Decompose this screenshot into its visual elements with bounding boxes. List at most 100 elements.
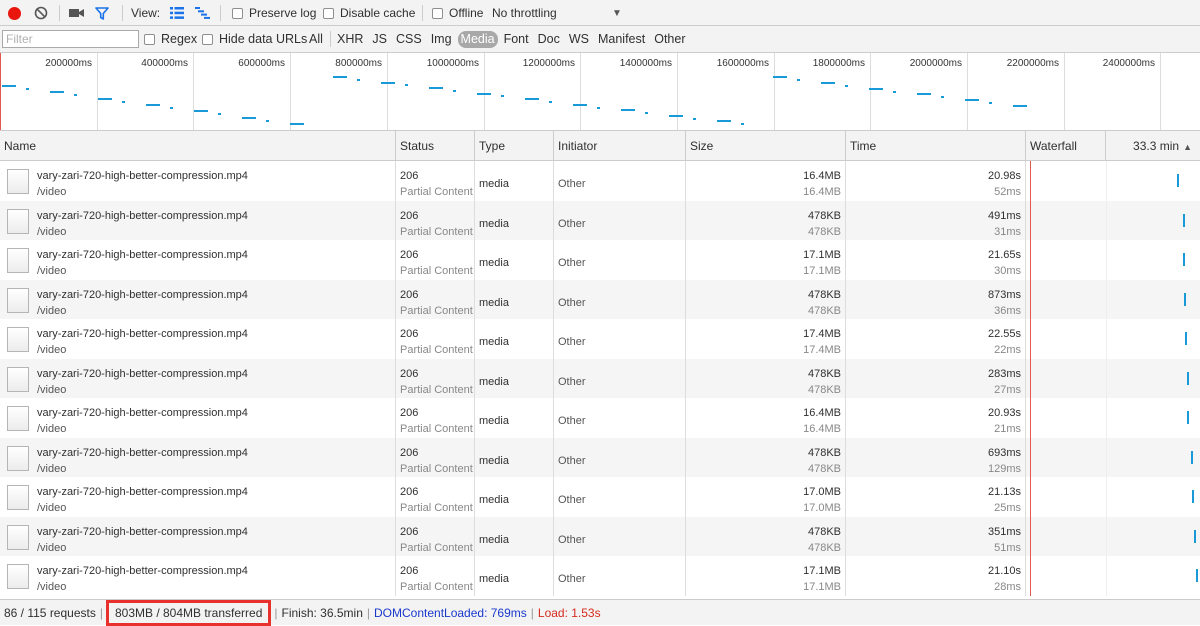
disable-cache-checkbox[interactable]: Disable cache bbox=[323, 0, 415, 26]
type-filter-xhr[interactable]: XHR bbox=[334, 31, 366, 48]
request-name[interactable]: vary-zari-720-high-better-compression.mp… bbox=[37, 368, 248, 380]
overview-request-bar bbox=[717, 120, 731, 122]
type-filter-img[interactable]: Img bbox=[428, 31, 455, 48]
waterfall-bar[interactable] bbox=[1177, 174, 1179, 187]
waterfall-bar[interactable] bbox=[1184, 292, 1186, 306]
waterfall-bar[interactable] bbox=[1183, 213, 1185, 227]
large-rows-view-button[interactable] bbox=[170, 0, 186, 26]
name-cell: vary-zari-720-high-better-compression.mp… bbox=[0, 161, 396, 201]
column-header-waterfall[interactable]: Waterfall bbox=[1026, 131, 1106, 161]
table-row[interactable]: vary-zari-720-high-better-compression.mp… bbox=[0, 477, 1200, 517]
column-header-name[interactable]: Name bbox=[0, 131, 396, 161]
type-filter-ws[interactable]: WS bbox=[566, 31, 592, 48]
regex-checkbox[interactable]: Regex bbox=[144, 26, 197, 52]
type-filter-css[interactable]: CSS bbox=[393, 31, 425, 48]
column-header-type[interactable]: Type bbox=[475, 131, 554, 161]
waterfall-cell bbox=[1026, 516, 1200, 556]
latency: 21ms bbox=[994, 423, 1021, 435]
type-filter-js[interactable]: JS bbox=[369, 31, 390, 48]
type-filter-other[interactable]: Other bbox=[651, 31, 688, 48]
preserve-log-checkbox[interactable]: Preserve log bbox=[232, 0, 316, 26]
column-header-time[interactable]: Time bbox=[846, 131, 1026, 161]
size-cell: 478KB 478KB bbox=[686, 358, 846, 398]
table-row[interactable]: vary-zari-720-high-better-compression.mp… bbox=[0, 398, 1200, 438]
column-header-size[interactable]: Size bbox=[686, 131, 846, 161]
table-row[interactable]: vary-zari-720-high-better-compression.mp… bbox=[0, 516, 1200, 556]
name-cell: vary-zari-720-high-better-compression.mp… bbox=[0, 556, 396, 596]
column-header-initiator[interactable]: Initiator bbox=[554, 131, 686, 161]
waterfall-bar[interactable] bbox=[1196, 569, 1198, 582]
waterfall-bar[interactable] bbox=[1191, 450, 1193, 464]
timeline-overview[interactable]: 200000ms 400000ms 600000ms 800000ms 1000000m… bbox=[0, 53, 1200, 131]
overview-request-bar bbox=[549, 101, 552, 103]
status-cell: 206 Partial Content bbox=[396, 556, 475, 596]
status-code: 206 bbox=[400, 209, 419, 222]
table-row[interactable]: vary-zari-720-high-better-compression.mp… bbox=[0, 319, 1200, 359]
preserve-log-label: Preserve log bbox=[249, 6, 317, 20]
load-event-line bbox=[1030, 161, 1031, 201]
overview-view-button[interactable] bbox=[195, 0, 211, 26]
request-name[interactable]: vary-zari-720-high-better-compression.mp… bbox=[37, 328, 248, 340]
resource-type: media bbox=[479, 533, 509, 546]
waterfall-bar[interactable] bbox=[1183, 253, 1185, 266]
table-row[interactable]: vary-zari-720-high-better-compression.mp… bbox=[0, 200, 1200, 240]
request-name[interactable]: vary-zari-720-high-better-compression.mp… bbox=[37, 170, 248, 182]
overview-request-bar bbox=[821, 82, 835, 84]
type-filter-all[interactable]: All bbox=[306, 31, 326, 48]
resource-type: media bbox=[479, 296, 509, 309]
type-filter-doc[interactable]: Doc bbox=[535, 31, 563, 48]
offline-checkbox[interactable]: Offline bbox=[432, 0, 483, 26]
request-name[interactable]: vary-zari-720-high-better-compression.mp… bbox=[37, 249, 248, 261]
clear-button[interactable] bbox=[34, 0, 52, 26]
filter-input[interactable] bbox=[2, 30, 139, 48]
type-cell: media bbox=[475, 516, 554, 556]
time-cell: 351ms 51ms bbox=[846, 516, 1026, 556]
overview-tick-label: 400000ms bbox=[141, 58, 188, 69]
table-row[interactable]: vary-zari-720-high-better-compression.mp… bbox=[0, 279, 1200, 319]
record-button[interactable] bbox=[6, 0, 24, 26]
initiator: Other bbox=[558, 573, 586, 585]
request-name[interactable]: vary-zari-720-high-better-compression.mp… bbox=[37, 210, 248, 222]
checkbox-box bbox=[323, 7, 334, 19]
view-label: View: bbox=[131, 6, 161, 20]
resource-type: media bbox=[479, 375, 509, 388]
column-header-status[interactable]: Status bbox=[396, 131, 475, 161]
request-name[interactable]: vary-zari-720-high-better-compression.mp… bbox=[37, 289, 248, 301]
overview-request-bar bbox=[146, 104, 160, 106]
type-filter-manifest[interactable]: Manifest bbox=[595, 31, 648, 48]
load-event-line bbox=[1030, 556, 1031, 596]
chevron-down-icon[interactable]: ▼ bbox=[612, 0, 622, 26]
waterfall-sort-header[interactable]: 33.3 min ▲ bbox=[1106, 131, 1200, 161]
request-name[interactable]: vary-zari-720-high-better-compression.mp… bbox=[37, 407, 248, 419]
table-row[interactable]: vary-zari-720-high-better-compression.mp… bbox=[0, 556, 1200, 596]
request-name[interactable]: vary-zari-720-high-better-compression.mp… bbox=[37, 486, 248, 498]
hide-data-urls-checkbox[interactable]: Hide data URLs bbox=[202, 26, 307, 52]
waterfall-bar[interactable] bbox=[1187, 371, 1189, 385]
resource-type: media bbox=[479, 217, 509, 230]
table-row[interactable]: vary-zari-720-high-better-compression.mp… bbox=[0, 240, 1200, 280]
throttling-select[interactable]: No throttling bbox=[492, 0, 557, 26]
file-icon bbox=[7, 366, 29, 392]
waterfall-duration: 33.3 min bbox=[1133, 139, 1180, 153]
waterfall-bar[interactable] bbox=[1192, 490, 1194, 503]
load-event-line bbox=[1030, 319, 1031, 359]
table-row[interactable]: vary-zari-720-high-better-compression.mp… bbox=[0, 358, 1200, 398]
table-row[interactable]: vary-zari-720-high-better-compression.mp… bbox=[0, 161, 1200, 201]
type-filter-font[interactable]: Font bbox=[501, 31, 532, 48]
sort-ascending-icon: ▲ bbox=[1183, 142, 1192, 152]
waterfall-bar[interactable] bbox=[1194, 529, 1196, 543]
request-name[interactable]: vary-zari-720-high-better-compression.mp… bbox=[37, 447, 248, 459]
table-row[interactable]: vary-zari-720-high-better-compression.mp… bbox=[0, 437, 1200, 477]
overview-grid-line bbox=[870, 53, 871, 130]
type-filter-media[interactable]: Media bbox=[457, 30, 498, 48]
waterfall-bar[interactable] bbox=[1187, 411, 1189, 424]
waterfall-bar[interactable] bbox=[1185, 332, 1187, 345]
latency: 30ms bbox=[994, 265, 1021, 277]
capture-screenshots-button[interactable] bbox=[69, 0, 87, 26]
overview-tick-label: 2000000ms bbox=[909, 58, 962, 69]
request-name[interactable]: vary-zari-720-high-better-compression.mp… bbox=[37, 565, 248, 577]
overview-request-bar bbox=[405, 84, 408, 86]
request-name[interactable]: vary-zari-720-high-better-compression.mp… bbox=[37, 526, 248, 538]
filter-toggle-button[interactable] bbox=[95, 0, 113, 26]
resource-type: media bbox=[479, 415, 509, 427]
